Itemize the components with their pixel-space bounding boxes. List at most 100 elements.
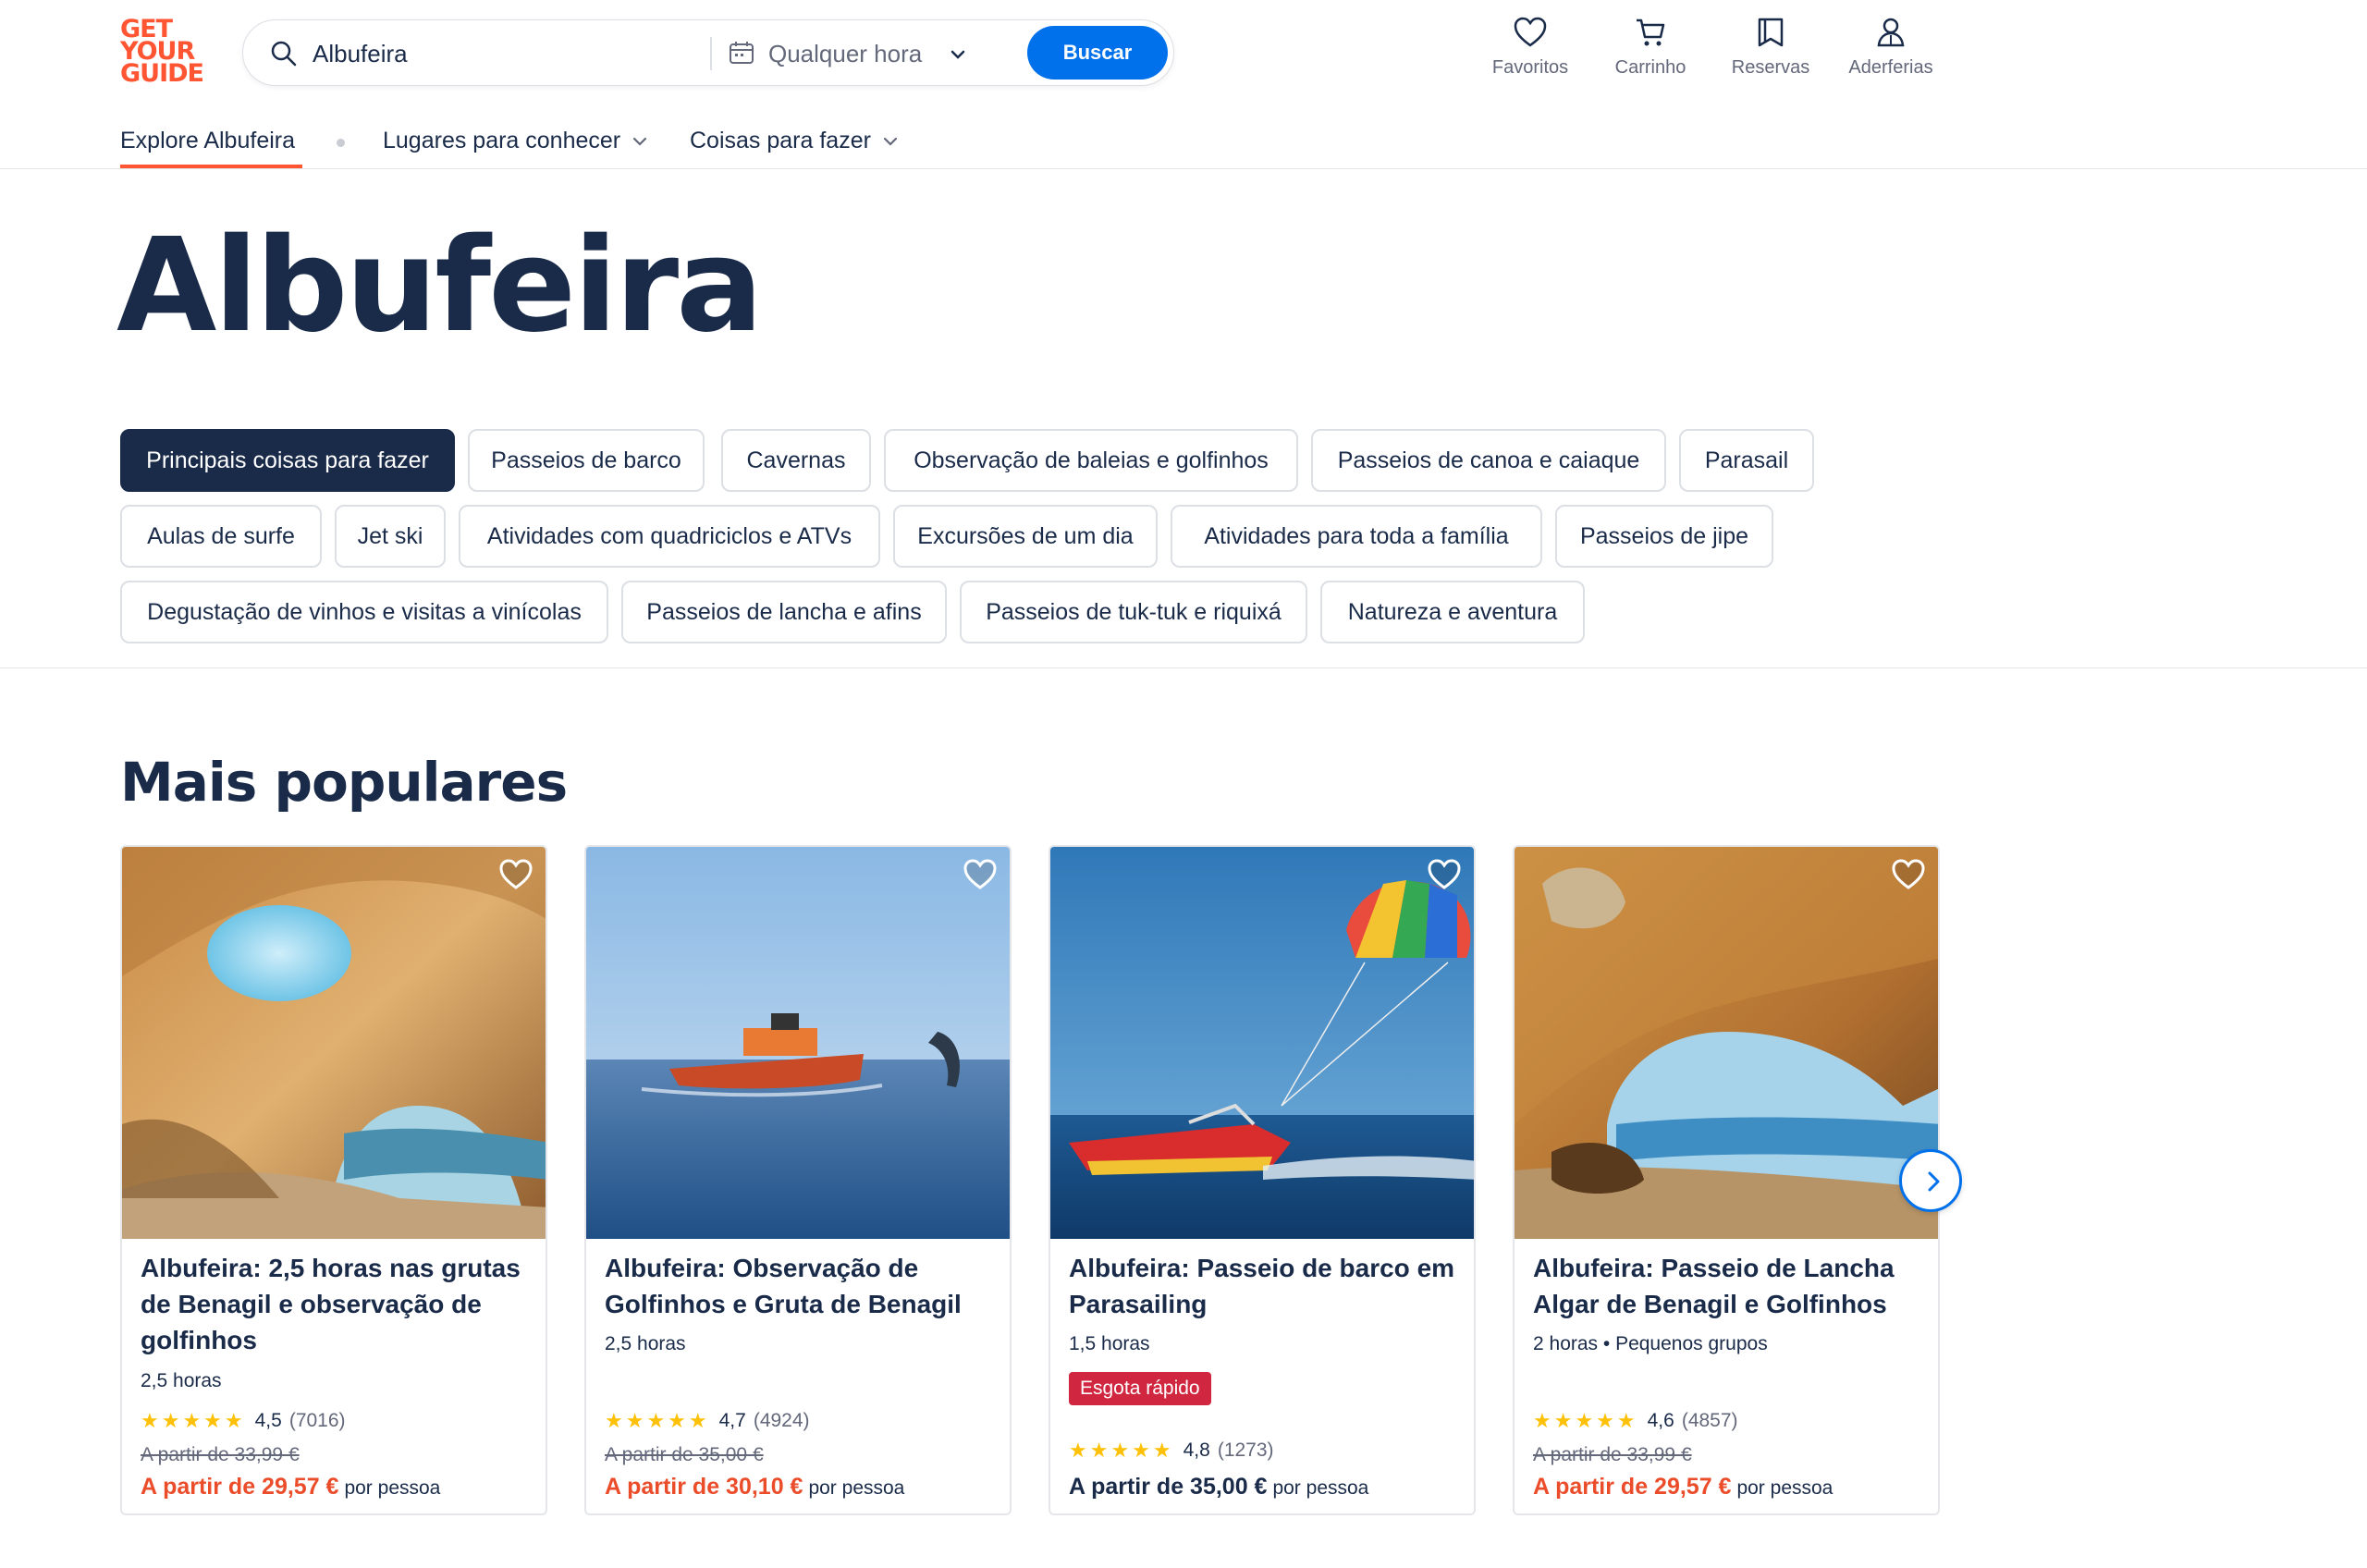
original-price: A partir de 33,99 €	[141, 1444, 300, 1465]
rating-stars: ★★★★★	[1069, 1439, 1174, 1462]
activity-title[interactable]: Albufeira: Observação de Golfinhos e Gru…	[605, 1250, 993, 1322]
nav-account-label: Aderferias	[1848, 57, 1933, 78]
price-value: A partir de 35,00 €	[1069, 1474, 1268, 1500]
chevron-down-icon	[883, 138, 898, 146]
nav-carrinho-label: Carrinho	[1614, 57, 1686, 78]
tab-lugares-para-conhecer[interactable]: Lugares para conhecer	[383, 128, 648, 154]
add-to-wishlist-icon[interactable]	[497, 856, 534, 893]
activity-image	[122, 847, 546, 1239]
chip-natureza-aventura[interactable]: Natureza e aventura	[1320, 581, 1585, 643]
price-value: A partir de 29,57 €	[1533, 1474, 1732, 1500]
chip-principais[interactable]: Principais coisas para fazer	[120, 429, 455, 492]
nav-carrinho[interactable]: Carrinho	[1600, 17, 1701, 79]
add-to-wishlist-icon[interactable]	[1890, 856, 1927, 893]
price-unit: por pessoa	[808, 1477, 905, 1499]
price-unit: por pessoa	[344, 1477, 441, 1499]
review-count: (7016)	[288, 1410, 346, 1431]
carousel-next-button[interactable]	[1899, 1149, 1962, 1212]
activity-image	[1050, 847, 1474, 1239]
activity-title[interactable]: Albufeira: Passeio de barco em Parasaili…	[1069, 1250, 1457, 1322]
header-divider	[0, 168, 2367, 169]
activity-card[interactable]: Albufeira: Passeio de Lancha Algar de Be…	[1513, 845, 1940, 1515]
add-to-wishlist-icon[interactable]	[1426, 856, 1463, 893]
activity-rating: ★★★★★ 4,7 (4924)	[605, 1409, 810, 1433]
price-value: A partir de 29,57 €	[141, 1474, 339, 1500]
chip-canoa-caiaque[interactable]: Passeios de canoa e caiaque	[1311, 429, 1666, 492]
tab-explore[interactable]: Explore Albufeira	[120, 128, 295, 154]
chevron-down-icon[interactable]	[948, 44, 968, 65]
chip-toda-familia[interactable]: Atividades para toda a família	[1171, 505, 1542, 568]
activity-duration: 2 horas • Pequenos grupos	[1533, 1333, 1768, 1354]
price-value: A partir de 30,10 €	[605, 1474, 803, 1500]
chip-parasail[interactable]: Parasail	[1679, 429, 1814, 492]
original-price: A partir de 35,00 €	[605, 1444, 764, 1465]
section-title: Mais populares	[120, 751, 568, 814]
activity-card[interactable]: Albufeira: 2,5 horas nas grutas de Benag…	[120, 845, 547, 1515]
chip-vinhos-vinicolas[interactable]: Degustação de vinhos e visitas a vinícol…	[120, 581, 608, 643]
review-count: (1273)	[1217, 1439, 1274, 1461]
rating-value: 4,8	[1183, 1439, 1210, 1461]
activity-title[interactable]: Albufeira: Passeio de Lancha Algar de Be…	[1533, 1250, 1921, 1322]
activity-title[interactable]: Albufeira: 2,5 horas nas grutas de Benag…	[141, 1250, 529, 1358]
price-unit: por pessoa	[1272, 1477, 1369, 1499]
getyourguide-logo[interactable]: GET YOUR GUIDE	[120, 17, 205, 88]
chip-quadriciclos-atvs[interactable]: Atividades com quadriciclos e ATVs	[459, 505, 880, 568]
bookmark-icon	[1758, 18, 1784, 47]
selling-fast-badge: Esgota rápido	[1069, 1372, 1211, 1405]
search-bar: Albufeira Qualquer hora Buscar	[242, 19, 1174, 86]
nav-separator-dot	[337, 139, 345, 147]
price-unit: por pessoa	[1736, 1477, 1834, 1499]
nav-reservas[interactable]: Reservas	[1720, 17, 1821, 79]
chevron-right-icon	[1928, 1171, 1940, 1192]
tab-coisas-para-fazer[interactable]: Coisas para fazer	[690, 128, 899, 154]
nav-favoritos[interactable]: Favoritos	[1479, 17, 1581, 79]
chip-passeios-jipe[interactable]: Passeios de jipe	[1555, 505, 1773, 568]
activity-price: A partir de 30,10 € por pessoa	[605, 1474, 904, 1501]
user-icon	[1877, 18, 1905, 47]
activity-rating: ★★★★★ 4,8 (1273)	[1069, 1439, 1274, 1463]
activity-price: A partir de 29,57 € por pessoa	[141, 1474, 440, 1501]
activity-duration: 1,5 horas	[1069, 1333, 1150, 1354]
activity-price: A partir de 35,00 € por pessoa	[1069, 1474, 1368, 1501]
activity-image	[586, 847, 1010, 1239]
heart-icon	[1514, 17, 1547, 47]
activity-price: A partir de 29,57 € por pessoa	[1533, 1474, 1833, 1501]
chip-baleias-golfinhos[interactable]: Observação de baleias e golfinhos	[884, 429, 1298, 492]
activity-rating: ★★★★★ 4,6 (4857)	[1533, 1409, 1738, 1433]
rating-value: 4,5	[254, 1410, 282, 1431]
rating-stars: ★★★★★	[141, 1409, 246, 1432]
nav-reservas-label: Reservas	[1731, 57, 1810, 78]
nav-favoritos-label: Favoritos	[1491, 57, 1569, 78]
nav-account[interactable]: Aderferias	[1840, 17, 1942, 79]
rating-value: 4,7	[718, 1410, 746, 1431]
chip-excursoes-dia[interactable]: Excursões de um dia	[893, 505, 1158, 568]
activity-duration: 2,5 horas	[605, 1333, 686, 1354]
chip-jet-ski[interactable]: Jet ski	[335, 505, 446, 568]
activity-image	[1515, 847, 1938, 1239]
activity-rating: ★★★★★ 4,5 (7016)	[141, 1409, 346, 1433]
search-input[interactable]: Albufeira	[313, 40, 408, 68]
chip-passeios-barco[interactable]: Passeios de barco	[468, 429, 705, 492]
rating-stars: ★★★★★	[1533, 1409, 1638, 1432]
search-divider	[710, 37, 712, 70]
search-icon	[271, 41, 297, 67]
chip-lancha[interactable]: Passeios de lancha e afins	[621, 581, 947, 643]
activity-card[interactable]: Albufeira: Observação de Golfinhos e Gru…	[584, 845, 1012, 1515]
chip-tuk-tuk[interactable]: Passeios de tuk-tuk e riquixá	[960, 581, 1307, 643]
rating-value: 4,6	[1647, 1410, 1674, 1431]
cart-icon	[1637, 18, 1665, 46]
chip-aulas-surfe[interactable]: Aulas de surfe	[120, 505, 322, 568]
tab-coisas-label: Coisas para fazer	[690, 128, 871, 153]
search-button[interactable]: Buscar	[1027, 26, 1168, 80]
chip-cavernas[interactable]: Cavernas	[721, 429, 871, 492]
original-price: A partir de 33,99 €	[1533, 1444, 1692, 1465]
activity-duration: 2,5 horas	[141, 1370, 222, 1391]
date-picker[interactable]: Qualquer hora	[768, 40, 922, 68]
review-count: (4857)	[1681, 1410, 1738, 1431]
add-to-wishlist-icon[interactable]	[962, 856, 999, 893]
rating-stars: ★★★★★	[605, 1409, 710, 1432]
activity-card[interactable]: Albufeira: Passeio de barco em Parasaili…	[1049, 845, 1476, 1515]
review-count: (4924)	[753, 1410, 810, 1431]
logo-line-3: GUIDE	[120, 59, 204, 88]
chevron-down-icon	[633, 138, 647, 146]
